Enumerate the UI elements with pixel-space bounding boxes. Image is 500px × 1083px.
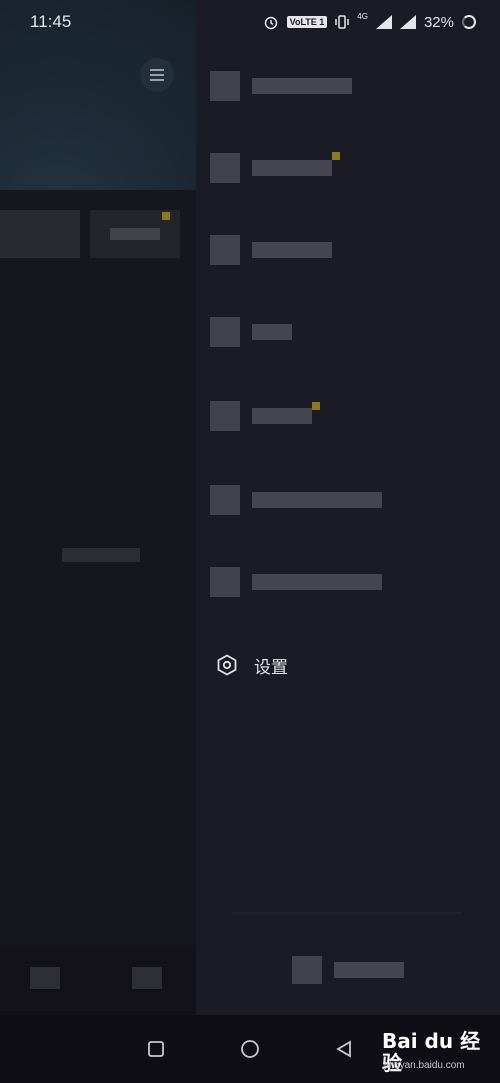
pixelated-icon: [210, 71, 240, 101]
pixelated-label: [252, 324, 292, 340]
pixelated-label: [252, 78, 352, 94]
alarm-icon: [264, 16, 277, 30]
pixelated-label: [334, 962, 404, 978]
drawer-item-3[interactable]: [210, 230, 332, 270]
main-page-dimmed[interactable]: [0, 0, 196, 1083]
vibrate-icon: [335, 15, 350, 29]
pixelated-label: [252, 408, 312, 424]
bottom-tab-bar: [0, 945, 196, 1015]
drawer-item-4[interactable]: [210, 312, 292, 352]
recents-button[interactable]: [144, 1037, 168, 1061]
menu-button[interactable]: [140, 58, 174, 92]
drawer-account[interactable]: [292, 956, 404, 984]
volte-badge: VoLTE 1: [286, 16, 328, 28]
home-button[interactable]: [238, 1037, 262, 1061]
menu-line-icon: [150, 79, 164, 81]
drawer-item-6[interactable]: [210, 480, 382, 520]
pixelated-icon: [210, 153, 240, 183]
bottom-tab-icon-2[interactable]: [132, 967, 162, 989]
menu-line-icon: [150, 69, 164, 71]
back-button[interactable]: [332, 1037, 356, 1061]
pixelated-icon: [210, 235, 240, 265]
watermark-url: jingyan.baidu.com: [384, 1060, 465, 1071]
side-drawer: 设置: [196, 0, 500, 1015]
pixelated-label: [252, 242, 332, 258]
new-dot: [332, 152, 340, 160]
status-icons: VoLTE 1 4G 32%: [263, 11, 476, 31]
bottom-tab-icon[interactable]: [30, 967, 60, 989]
drawer-item-1[interactable]: [210, 66, 352, 106]
signal-2-icon: [399, 15, 416, 29]
signal-icon: [375, 15, 392, 29]
settings-label: 设置: [254, 657, 288, 677]
battery-icon: [462, 15, 476, 29]
status-bar: 11:45 VoLTE 1 4G 32%: [0, 0, 500, 44]
pixelated-icon: [210, 317, 240, 347]
pixelated-icon: [210, 485, 240, 515]
drawer-item-7[interactable]: [210, 562, 382, 602]
pixelated-label: [110, 228, 160, 240]
pixelated-text: [62, 548, 140, 562]
pixelated-label: [252, 492, 382, 508]
settings-icon: [217, 654, 237, 676]
status-time: 11:45: [30, 12, 72, 31]
pixelated-icon: [210, 567, 240, 597]
pixelated-label: [252, 160, 332, 176]
tabs-row: [0, 210, 196, 258]
square-icon: [148, 1041, 164, 1057]
new-dot: [162, 212, 170, 220]
tab-pixelated-2[interactable]: [90, 210, 180, 258]
drawer-divider: [232, 912, 462, 914]
pixelated-icon: [210, 401, 240, 431]
battery-percent: 32%: [423, 13, 454, 31]
menu-line-icon: [150, 74, 164, 76]
drawer-item-2[interactable]: [210, 148, 340, 188]
circle-icon: [241, 1040, 259, 1058]
pixelated-label: [252, 574, 382, 590]
drawer-item-5[interactable]: [210, 396, 320, 436]
back-triangle-icon: [336, 1040, 351, 1058]
network-type: 4G: [357, 11, 368, 21]
tab-pixelated[interactable]: [0, 210, 80, 258]
new-dot: [312, 402, 320, 410]
pixelated-avatar-icon: [292, 956, 322, 984]
drawer-item-settings[interactable]: 设置: [216, 648, 288, 682]
